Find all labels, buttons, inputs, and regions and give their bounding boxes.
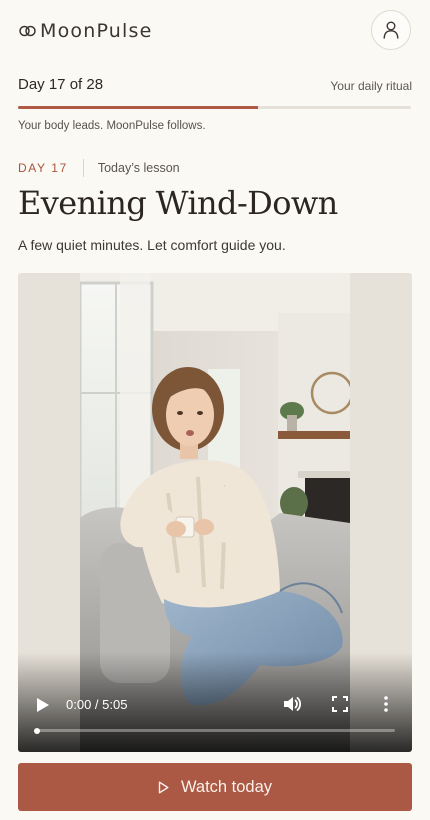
more-vert-icon[interactable]	[382, 695, 390, 713]
app-header: MoonPulse	[0, 0, 430, 62]
lesson-label: Today’s lesson	[97, 161, 180, 175]
divider	[82, 159, 84, 177]
program-progress-bar	[18, 106, 411, 109]
moon-rings-icon	[19, 25, 36, 37]
app-logo[interactable]: MoonPulse	[19, 19, 153, 43]
watch-today-button[interactable]: Watch today	[18, 763, 412, 811]
play-outline-icon	[158, 781, 169, 794]
watch-today-label: Watch today	[180, 777, 273, 796]
scrubber-handle[interactable]	[34, 728, 40, 734]
lesson-meta: DAY 17 Today’s lesson	[18, 159, 180, 177]
user-icon	[383, 21, 399, 39]
ritual-label: Your daily ritual	[330, 79, 412, 93]
profile-button[interactable]	[371, 10, 411, 50]
video-player[interactable]: 0:00 / 5:05	[18, 273, 412, 752]
day-tag: DAY 17	[18, 161, 68, 175]
day-counter: Day 17 of 28	[18, 76, 104, 93]
program-progress-fill	[18, 106, 258, 109]
lesson-subtitle: A few quiet minutes. Let comfort guide y…	[18, 237, 286, 253]
time-display: 0:00 / 5:05	[66, 697, 128, 712]
video-scrubber[interactable]	[35, 729, 395, 732]
app-name: MoonPulse	[40, 20, 153, 42]
fullscreen-icon[interactable]	[332, 696, 348, 712]
play-icon[interactable]	[36, 697, 50, 713]
tagline: Your body leads. MoonPulse follows.	[18, 120, 206, 132]
lesson-title: Evening Wind-Down	[18, 184, 338, 222]
volume-icon[interactable]	[282, 694, 302, 714]
